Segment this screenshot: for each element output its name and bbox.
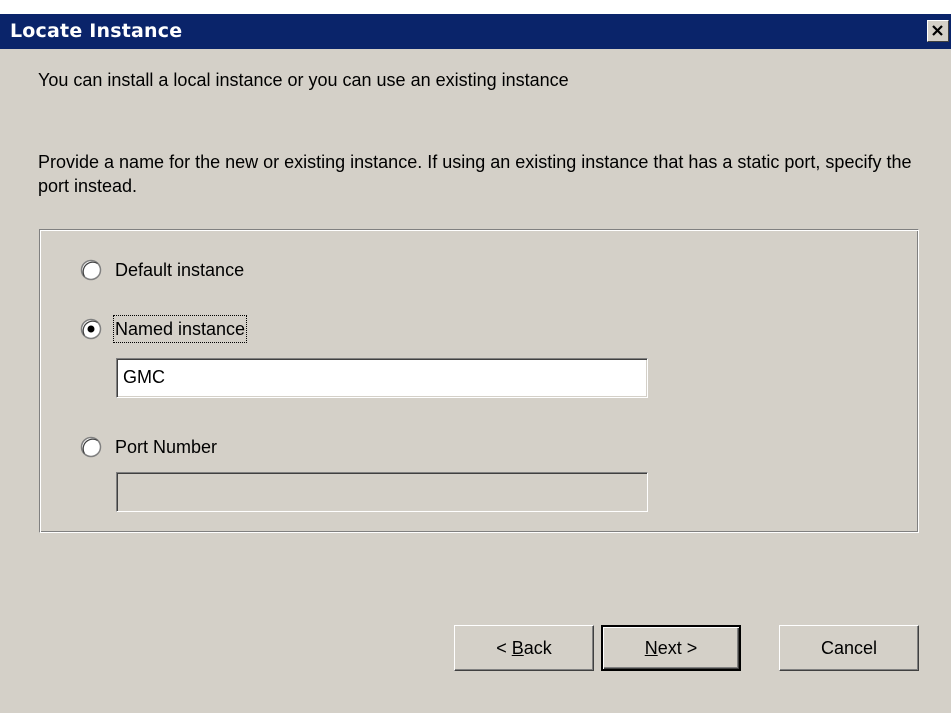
next-mnemonic: N (644, 638, 658, 658)
named-instance-label: Named instance (112, 315, 248, 343)
cancel-button[interactable]: Cancel (779, 625, 919, 671)
close-icon (932, 25, 943, 36)
radio-unchecked-icon (80, 436, 102, 458)
instance-options-group: Default instance Named instance GMC Port… (39, 229, 919, 533)
back-prefix: < (496, 638, 512, 658)
back-rest: ack (523, 638, 552, 658)
instructions-text: Provide a name for the new or existing i… (38, 152, 912, 196)
window-title: Locate Instance (10, 20, 183, 42)
port-number-label: Port Number (115, 437, 218, 457)
port-number-radio[interactable] (80, 436, 102, 458)
named-instance-input[interactable]: GMC (116, 358, 648, 398)
locate-instance-dialog: Locate Instance You can install a local … (0, 0, 951, 713)
close-button[interactable] (927, 20, 949, 42)
title-bar: Locate Instance (0, 14, 951, 49)
back-button[interactable]: < Back (454, 625, 594, 671)
intro-text: You can install a local instance or you … (38, 70, 569, 90)
named-instance-radio[interactable] (80, 318, 102, 340)
back-mnemonic: B (511, 638, 524, 658)
next-rest: ext > (657, 638, 698, 658)
port-number-input[interactable] (116, 472, 648, 512)
window-top-edge (0, 0, 951, 14)
default-instance-radio[interactable] (80, 259, 102, 281)
default-instance-label: Default instance (115, 260, 245, 280)
next-button[interactable]: Next > (601, 625, 741, 671)
radio-unchecked-icon (80, 259, 102, 281)
radio-checked-icon (80, 318, 102, 340)
